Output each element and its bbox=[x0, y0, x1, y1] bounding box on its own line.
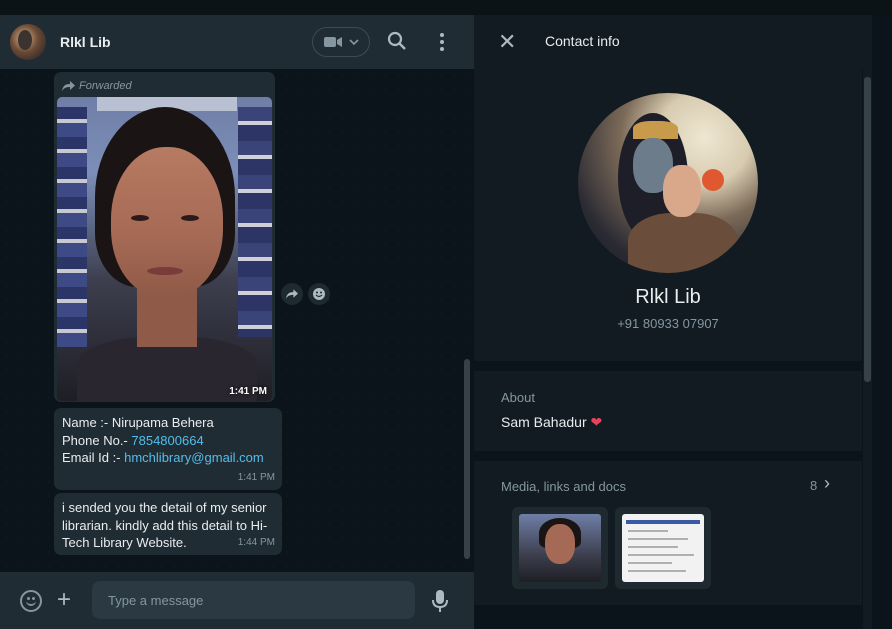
info-scrollbar[interactable] bbox=[863, 69, 872, 629]
forwarded-text: Forwarded bbox=[79, 80, 132, 92]
profile-name: Rlkl Lib bbox=[635, 286, 701, 308]
message-time: 1:41 PM bbox=[237, 471, 275, 483]
image-message[interactable]: Forwarded 1:41 PM bbox=[54, 72, 275, 402]
whatsapp-window: Rlkl Lib Forwarded 1:41 PM Name:- Nirup… bbox=[0, 0, 892, 629]
forward-message-button[interactable] bbox=[281, 283, 303, 305]
profile-phone: +91 80933 07907 bbox=[617, 316, 719, 331]
video-call-icon bbox=[324, 37, 342, 47]
contact-info-panel: ✕ Contact info Rlkl Lib +91 80933 07907 … bbox=[474, 15, 892, 629]
mic-button[interactable] bbox=[431, 589, 451, 613]
message-line: Phone No.- 7854800664 bbox=[62, 432, 204, 448]
text-message[interactable]: i sended you the detail of my senior lib… bbox=[54, 493, 282, 555]
chevron-right-icon[interactable]: › bbox=[824, 473, 830, 494]
chat-header[interactable]: Rlkl Lib bbox=[0, 15, 474, 69]
composer: + bbox=[0, 572, 474, 629]
menu-icon[interactable] bbox=[432, 31, 452, 53]
video-call-button[interactable] bbox=[312, 27, 370, 57]
message-time: 1:44 PM bbox=[237, 536, 275, 548]
forward-icon bbox=[62, 81, 75, 91]
message-photo[interactable]: 1:41 PM bbox=[57, 97, 272, 401]
forwarded-label: Forwarded bbox=[57, 75, 272, 97]
window-edge bbox=[872, 15, 892, 629]
about-section: About Sam Bahadur ❤ bbox=[474, 371, 862, 451]
about-label: About bbox=[501, 390, 535, 405]
title-strip bbox=[0, 0, 892, 15]
media-thumbnail[interactable] bbox=[512, 507, 608, 589]
close-icon[interactable]: ✕ bbox=[498, 31, 518, 53]
heart-icon: ❤ bbox=[590, 414, 603, 430]
contact-avatar[interactable] bbox=[10, 24, 46, 60]
media-count: 8 bbox=[810, 478, 818, 493]
phone-link[interactable]: 7854800664 bbox=[131, 433, 203, 448]
emoji-icon[interactable] bbox=[20, 590, 42, 612]
plus-icon[interactable]: + bbox=[57, 588, 71, 612]
chevron-down-icon bbox=[349, 39, 359, 46]
contact-info-header: ✕ Contact info bbox=[474, 15, 872, 69]
chat-panel: Rlkl Lib Forwarded 1:41 PM Name:- Nirup… bbox=[0, 15, 474, 629]
search-icon bbox=[387, 31, 406, 50]
message-list[interactable]: Forwarded 1:41 PM Name:- Nirupama Beher… bbox=[0, 69, 474, 572]
media-section[interactable]: Media, links and docs 8 › bbox=[474, 461, 862, 605]
search-button[interactable] bbox=[387, 31, 409, 53]
mic-icon bbox=[432, 590, 448, 612]
message-time: 1:41 PM bbox=[229, 386, 267, 397]
message-line: Email Id :- hmchlibrary@gmail.com bbox=[62, 450, 264, 465]
email-link[interactable]: hmchlibrary@gmail.com bbox=[124, 450, 264, 465]
chat-scrollbar[interactable] bbox=[464, 359, 470, 559]
chat-contact-name[interactable]: Rlkl Lib bbox=[60, 34, 111, 50]
panel-title: Contact info bbox=[545, 33, 620, 49]
forward-icon bbox=[286, 289, 298, 299]
media-label: Media, links and docs bbox=[501, 479, 627, 494]
react-button[interactable] bbox=[308, 283, 330, 305]
profile-photo[interactable] bbox=[578, 93, 758, 273]
about-text: Sam Bahadur ❤ bbox=[501, 414, 603, 430]
emoji-icon bbox=[313, 288, 325, 300]
profile-card: Rlkl Lib +91 80933 07907 bbox=[474, 69, 862, 361]
text-message[interactable]: Name :- Nirupama Behera Phone No.- 78548… bbox=[54, 408, 282, 490]
message-input[interactable] bbox=[92, 581, 415, 619]
message-line: Name :- Nirupama Behera bbox=[62, 415, 214, 430]
media-thumbnail[interactable] bbox=[615, 507, 711, 589]
